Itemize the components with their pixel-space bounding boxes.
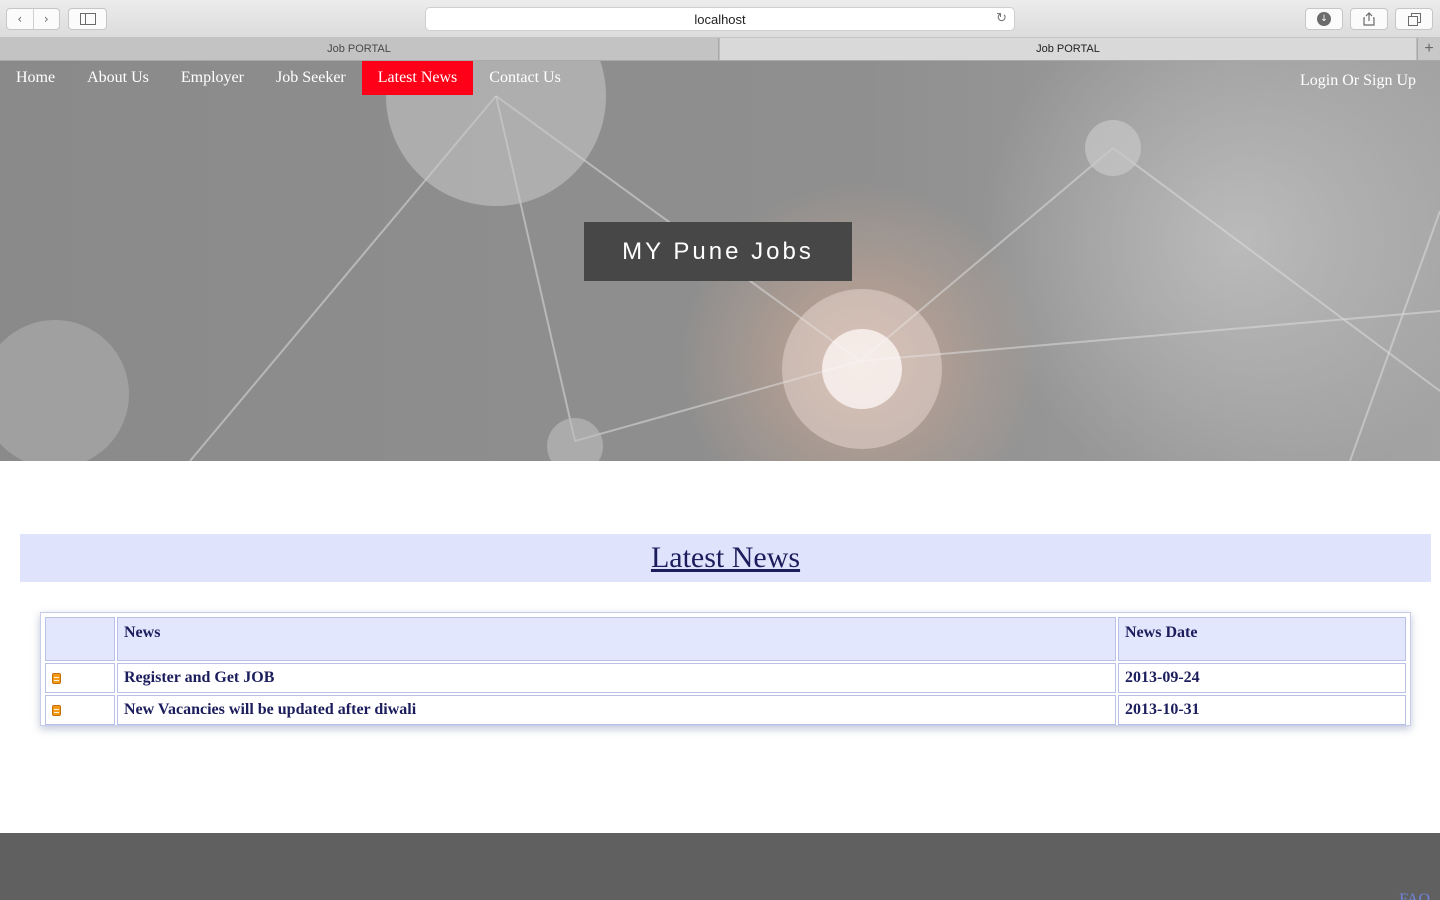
share-button[interactable] xyxy=(1350,8,1388,30)
table-row: Register and Get JOB 2013-09-24 xyxy=(45,663,1406,693)
header-news-date: News Date xyxy=(1118,617,1406,661)
news-title: Register and Get JOB xyxy=(117,663,1116,693)
sidebar-icon[interactable] xyxy=(68,8,107,30)
footer: FAQ xyxy=(0,833,1440,900)
tab-label: Job PORTAL xyxy=(1036,43,1100,55)
document-icon xyxy=(52,672,61,684)
login-signup-link[interactable]: Login Or Sign Up xyxy=(1300,72,1416,90)
section-title: Latest News xyxy=(650,541,801,574)
chevron-left-icon[interactable]: ‹ xyxy=(7,9,33,29)
plus-icon[interactable]: + xyxy=(1417,38,1440,60)
footer-faq-link[interactable]: FAQ xyxy=(1399,891,1430,900)
news-title: New Vacancies will be updated after diwa… xyxy=(117,695,1116,725)
nav-about-us[interactable]: About Us xyxy=(71,61,165,95)
history-nav: ‹ › xyxy=(6,8,60,30)
document-icon xyxy=(52,704,61,716)
row-icon-cell xyxy=(45,663,115,693)
header-icon-cell xyxy=(45,617,115,661)
nav-employer[interactable]: Employer xyxy=(165,61,260,95)
share-icon xyxy=(1363,12,1375,26)
nav-job-seeker[interactable]: Job Seeker xyxy=(260,61,362,95)
news-date: 2013-10-31 xyxy=(1118,695,1406,725)
nav-contact-us[interactable]: Contact Us xyxy=(473,61,577,95)
browser-toolbar: ‹ › localhost ↻ ↓ xyxy=(0,0,1440,38)
url-text: localhost xyxy=(694,11,746,27)
reload-icon[interactable]: ↻ xyxy=(996,11,1007,26)
news-table: News News Date Register and Get JOB 2013… xyxy=(43,615,1408,727)
news-table-container: News News Date Register and Get JOB 2013… xyxy=(40,612,1411,726)
site-title: MY Pune Jobs xyxy=(584,222,852,281)
tab-job-portal-1[interactable]: Job PORTAL xyxy=(0,38,719,60)
sidebar-glyph xyxy=(79,13,96,25)
hero-banner: Home About Us Employer Job Seeker Latest… xyxy=(0,61,1440,461)
news-date: 2013-09-24 xyxy=(1118,663,1406,693)
download-icon: ↓ xyxy=(1317,12,1331,26)
nav-latest-news[interactable]: Latest News xyxy=(361,61,474,95)
tab-bar: Job PORTAL Job PORTAL + xyxy=(0,38,1440,61)
tabs-button[interactable] xyxy=(1395,8,1433,30)
address-bar[interactable]: localhost ↻ xyxy=(425,7,1015,31)
tab-label: Job PORTAL xyxy=(327,43,391,55)
section-banner: Latest News xyxy=(20,534,1431,582)
row-icon-cell xyxy=(45,695,115,725)
header-news: News xyxy=(117,617,1116,661)
tabs-icon xyxy=(1407,12,1421,26)
table-header-row: News News Date xyxy=(45,617,1406,661)
nav-home[interactable]: Home xyxy=(0,61,71,95)
main-nav: Home About Us Employer Job Seeker Latest… xyxy=(0,61,577,95)
chevron-right-icon[interactable]: › xyxy=(32,9,60,29)
tab-job-portal-2[interactable]: Job PORTAL xyxy=(720,38,1416,60)
table-row: New Vacancies will be updated after diwa… xyxy=(45,695,1406,725)
download-button[interactable]: ↓ xyxy=(1305,8,1343,30)
